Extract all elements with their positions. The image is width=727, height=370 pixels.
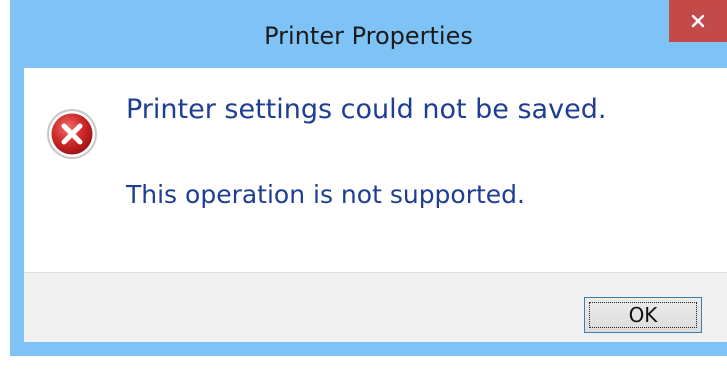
ok-button-label: OK [628, 303, 658, 327]
error-detail: This operation is not supported. [126, 180, 525, 209]
window-title: Printer Properties [264, 22, 473, 50]
close-button[interactable] [669, 0, 727, 42]
close-icon [691, 14, 705, 28]
title-bar[interactable]: Printer Properties [10, 0, 727, 68]
printer-properties-dialog: Printer Properties Printer settings coul… [10, 0, 727, 356]
button-bar: OK [24, 272, 727, 342]
error-message: Printer settings could not be saved. [126, 94, 607, 125]
ok-button[interactable]: OK [584, 297, 702, 333]
dialog-body: Printer settings could not be saved. Thi… [24, 68, 727, 342]
error-icon [47, 109, 97, 159]
message-area: Printer settings could not be saved. Thi… [24, 68, 727, 272]
